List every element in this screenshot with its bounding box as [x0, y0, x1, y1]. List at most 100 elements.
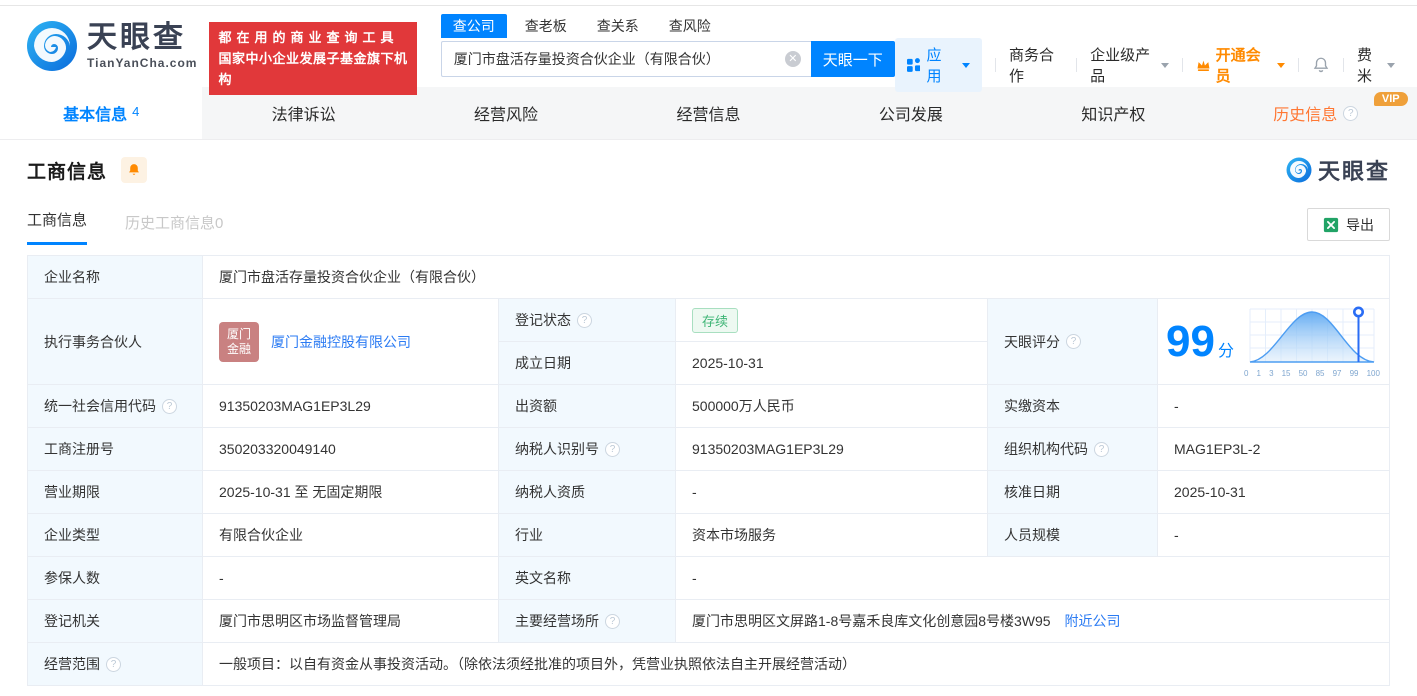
search-button[interactable]: 天眼一下	[810, 41, 895, 77]
tab-history-info[interactable]: VIP 历史信息 ?	[1215, 87, 1417, 139]
brand-text: 天眼查	[1317, 159, 1390, 184]
field-value: -	[202, 556, 499, 600]
field-label: 统一社会信用代码	[44, 398, 156, 414]
field-value: 有限合伙企业	[202, 513, 499, 557]
tab-company-development[interactable]: 公司发展	[810, 87, 1012, 139]
partner-company-link[interactable]: 厦门金融控股有限公司	[271, 332, 411, 352]
tab-legal-litigation[interactable]: 法律诉讼	[202, 87, 404, 139]
tianyancha-logo-icon	[1286, 157, 1312, 183]
field-value: -	[1156, 384, 1391, 428]
user-menu[interactable]: 费米	[1357, 44, 1396, 86]
avatar-text: 金融	[226, 341, 251, 356]
business-scope-value: 一般项目：以自有资金从事投资活动。（除依法须经批准的项目外，凭营业执照依法自主开…	[201, 642, 1391, 686]
search-block: 查公司 查老板 查关系 查风险 ✕ 天眼一下	[440, 14, 895, 77]
company-name-value: 厦门市盘活存量投资合伙企业（有限合伙）	[201, 255, 1391, 299]
table-row: 经营范围? 一般项目：以自有资金从事投资活动。（除依法须经批准的项目外，凭营业执…	[27, 642, 1391, 686]
notifications-button[interactable]	[1312, 56, 1330, 74]
subtabs: 工商信息 历史工商信息0 导出	[27, 208, 1390, 245]
search-tab-relation[interactable]: 查关系	[585, 14, 651, 38]
nearby-companies-link[interactable]: 附近公司	[1064, 613, 1120, 629]
help-icon[interactable]: ?	[1343, 105, 1359, 121]
field-label: 登记机关	[27, 599, 203, 643]
search-tab-company[interactable]: 查公司	[440, 14, 507, 38]
tab-operational-risk[interactable]: 经营风险	[405, 87, 607, 139]
bell-icon	[1313, 57, 1329, 73]
search-tab-risk[interactable]: 查风险	[657, 14, 723, 38]
search-tab-boss[interactable]: 查老板	[513, 14, 579, 38]
search-input[interactable]	[440, 41, 811, 77]
subtab-history-business-info[interactable]: 历史工商信息0	[125, 212, 223, 245]
score-unit: 分	[1217, 342, 1234, 360]
help-icon[interactable]: ?	[605, 613, 620, 629]
app-grid-icon	[906, 58, 921, 72]
table-row: 登记机关 厦门市思明区市场监督管理局 主要经营场所? 厦门市思明区文屏路1-8号…	[27, 599, 1391, 643]
chevron-down-icon	[1387, 62, 1396, 68]
table-row: 企业名称 厦门市盘活存量投资合伙企业（有限合伙）	[27, 255, 1391, 299]
subtab-business-info[interactable]: 工商信息	[27, 209, 88, 245]
chevron-down-icon	[962, 62, 971, 68]
search-tabs: 查公司 查老板 查关系 查风险	[440, 14, 895, 38]
field-value: 厦门市思明区市场监督管理局	[202, 599, 499, 643]
export-button[interactable]: 导出	[1307, 208, 1390, 241]
avatar-text: 厦门	[226, 326, 251, 341]
tab-label: 历史信息	[1273, 107, 1338, 124]
field-label: 营业期限	[27, 470, 203, 514]
help-icon[interactable]: ?	[605, 441, 620, 457]
table-row: 企业类型 有限合伙企业 行业 资本市场服务 人员规模 -	[27, 513, 1391, 557]
field-label: 执行事务合伙人	[27, 298, 203, 385]
table-row: 执行事务合伙人 厦门 金融 厦门金融控股有限公司 登记状态? 存续 天眼评分?	[27, 298, 1391, 385]
tab-business-info[interactable]: 经营信息	[607, 87, 809, 139]
help-icon[interactable]: ?	[1094, 441, 1109, 457]
field-label: 核准日期	[987, 470, 1158, 514]
divider	[995, 58, 996, 72]
site-logo[interactable]: 天眼查 TianYanCha.com	[26, 20, 197, 72]
tab-label: 基本信息	[63, 107, 128, 124]
export-label: 导出	[1346, 216, 1374, 233]
divider	[1298, 58, 1300, 72]
help-icon[interactable]: ?	[106, 656, 121, 672]
partner-company-logo[interactable]: 厦门 金融	[219, 321, 259, 362]
chevron-down-icon	[1160, 62, 1169, 68]
tab-intellectual-property[interactable]: 知识产权	[1012, 87, 1214, 139]
field-label: 经营范围	[44, 656, 100, 672]
field-value: 2025-10-31	[1156, 470, 1391, 514]
help-icon[interactable]: ?	[577, 312, 592, 328]
table-row: 统一社会信用代码? 91350203MAG1EP3L29 出资额 500000万…	[27, 384, 1391, 428]
field-label: 人员规模	[987, 513, 1158, 557]
score-axis-labels: 01 3 15 50 85 97 99 100	[1243, 369, 1380, 378]
tianyan-score: 99 分 0 1 3 15 50 85 97 99 100	[1166, 305, 1381, 378]
logo-domain-text: TianYanCha.com	[87, 56, 198, 70]
nav-enterprise-products[interactable]: 企业级产品	[1090, 44, 1169, 86]
subscribe-bell-button[interactable]	[121, 157, 148, 183]
tab-count: 4	[132, 103, 140, 119]
field-label: 企业名称	[27, 255, 203, 299]
field-value: -	[675, 470, 988, 514]
tab-label: 经营信息	[676, 107, 741, 124]
help-icon[interactable]: ?	[1066, 334, 1081, 349]
enterprise-label: 企业级产品	[1090, 47, 1151, 85]
field-label: 成立日期	[498, 341, 676, 385]
company-tabs: 基本信息 4 法律诉讼 经营风险 经营信息 公司发展 知识产权 VIP 历史信息…	[0, 87, 1417, 140]
address-value: 厦门市思明区文屏路1-8号嘉禾良库文化创意园8号楼3W95	[692, 613, 1051, 629]
tab-basic-info[interactable]: 基本信息 4	[0, 87, 203, 139]
promo-banner: 都在用的商业查询工具 国家中小企业发展子基金旗下机构	[209, 22, 417, 95]
tianyancha-logo-icon	[27, 21, 77, 71]
open-vip-button[interactable]: 开通会员	[1196, 44, 1286, 86]
apps-menu[interactable]: 应用	[894, 38, 983, 92]
help-icon[interactable]: ?	[162, 398, 177, 414]
field-value: 500000万人民币	[675, 384, 988, 428]
field-label: 参保人数	[27, 556, 203, 600]
divider	[1181, 58, 1183, 72]
main-content: 工商信息 天眼查 工商信息 历史工商信息0 导出 企业名称 厦门市盘活存量投资合…	[0, 140, 1417, 686]
field-label: 工商注册号	[27, 427, 203, 471]
tab-label: 知识产权	[1081, 107, 1146, 124]
field-label: 主要经营场所	[515, 613, 599, 629]
clear-search-icon[interactable]: ✕	[784, 51, 801, 67]
field-label: 行业	[498, 513, 676, 557]
bell-icon	[129, 164, 139, 175]
nav-cooperation[interactable]: 商务合作	[1009, 44, 1063, 86]
logo-brand-text: 天眼查	[87, 21, 186, 54]
field-label: 纳税人资质	[498, 470, 676, 514]
score-chart: 01 3 15 50 85 97 99 100	[1244, 305, 1380, 378]
field-value: 350203320049140	[202, 427, 499, 471]
